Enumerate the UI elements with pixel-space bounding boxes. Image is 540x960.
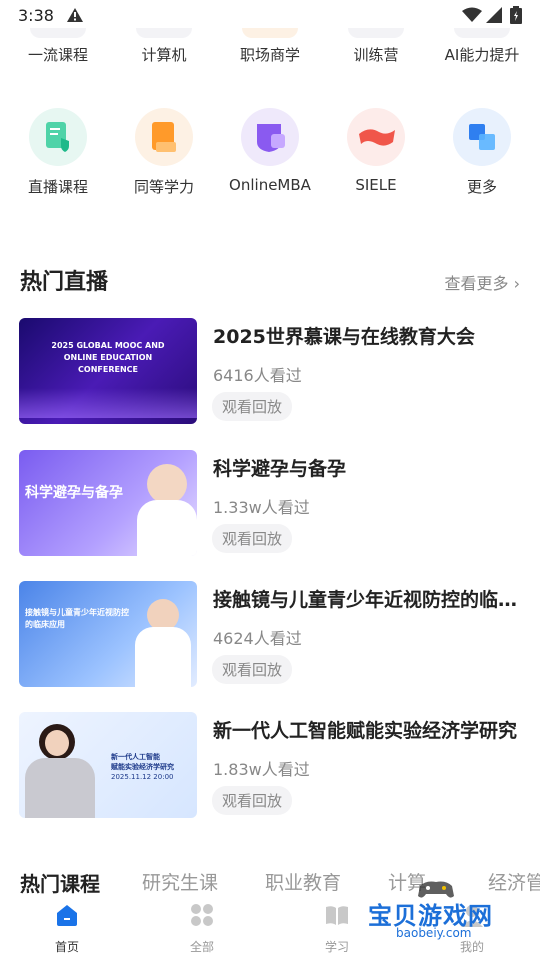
category-more[interactable]: 更多: [432, 108, 532, 197]
thumbnail-text: 新一代人工智能: [111, 753, 160, 761]
category-icon: [242, 28, 298, 38]
signal-icon: [486, 7, 502, 23]
category-ai-skills[interactable]: AI能力提升: [432, 28, 532, 65]
category-siele[interactable]: SIELE: [326, 108, 426, 194]
category-label: 直播课程: [27, 178, 88, 196]
section-title-hot-live: 热门直播: [20, 270, 109, 295]
status-time: 3:38: [18, 6, 54, 25]
category-first-class-courses[interactable]: 一流课程: [8, 28, 108, 65]
replay-button[interactable]: 观看回放: [212, 655, 293, 684]
online-mba-icon: [241, 108, 299, 166]
thumbnail-text: 的临床应用: [25, 620, 65, 629]
live-item[interactable]: 新一代人工智能 赋能实验经济学研究 2025.11.12 20:00 新一代人工…: [0, 712, 540, 820]
wifi-icon: [462, 7, 482, 22]
thumbnail-text: 2025 GLOBAL MOOC AND: [51, 341, 165, 350]
category-label: 职场商学: [239, 46, 300, 64]
equivalent-degree-icon: [135, 108, 193, 166]
category-online-mba[interactable]: OnlineMBA: [220, 108, 320, 194]
live-course-icon: [29, 108, 87, 166]
category-label: 同等学力: [133, 178, 194, 196]
nav-label: 学习: [324, 940, 349, 954]
warning-icon: [67, 8, 83, 22]
thumbnail-text: ONLINE EDUCATION CONFERENCE: [63, 353, 153, 374]
category-icon: [454, 28, 510, 38]
live-views: 6416人看过: [213, 366, 302, 385]
view-more-label: 查看更多: [444, 274, 509, 293]
category-icon: [30, 28, 86, 38]
tab-graduate-courses[interactable]: 研究生课: [142, 868, 218, 895]
live-thumbnail: 2025 GLOBAL MOOC AND ONLINE EDUCATION CO…: [19, 318, 197, 424]
category-label: 更多: [466, 178, 497, 196]
watermark: 宝贝游戏网 baobeiy.com: [366, 878, 516, 958]
category-live-course[interactable]: 直播课程: [8, 108, 108, 197]
category-label: AI能力提升: [444, 46, 520, 64]
live-thumbnail: 科学避孕与备孕: [19, 450, 197, 556]
category-label: OnlineMBA: [229, 176, 311, 194]
live-thumbnail: 新一代人工智能 赋能实验经济学研究 2025.11.12 20:00: [19, 712, 197, 818]
category-bootcamp[interactable]: 训练营: [326, 28, 426, 65]
category-label: 计算机: [141, 46, 187, 64]
nav-label: 全部: [189, 940, 214, 954]
replay-button[interactable]: 观看回放: [212, 392, 293, 421]
category-computer[interactable]: 计算机: [114, 28, 214, 65]
category-label: 一流课程: [27, 46, 88, 64]
category-icon: [348, 28, 404, 38]
live-title: 接触镜与儿童青少年近视防控的临床应用: [213, 589, 523, 611]
more-icon: [453, 108, 511, 166]
nav-home[interactable]: 首页: [27, 902, 107, 955]
live-views: 1.33w人看过: [213, 498, 310, 517]
category-row-icons: 直播课程 同等学力 OnlineMBA SIELE 更多: [0, 108, 540, 208]
category-label: SIELE: [355, 176, 397, 194]
watermark-url: baobeiy.com: [396, 926, 472, 940]
presenter-portrait: [147, 464, 187, 504]
chevron-right-icon: ›: [513, 274, 520, 293]
category-row-top: 一流课程 计算机 职场商学 训练营 AI能力提升: [0, 28, 540, 82]
home-icon: [57, 905, 77, 926]
nav-study[interactable]: 学习: [297, 902, 377, 955]
category-workplace-business[interactable]: 职场商学: [220, 28, 320, 65]
replay-button[interactable]: 观看回放: [212, 786, 293, 815]
category-icon: [136, 28, 192, 38]
live-title: 2025世界慕课与在线教育大会: [213, 326, 475, 348]
live-views: 4624人看过: [213, 629, 302, 648]
category-label: 训练营: [353, 46, 399, 64]
live-item[interactable]: 科学避孕与备孕 科学避孕与备孕 1.33w人看过 观看回放: [0, 450, 540, 558]
tab-hot-courses[interactable]: 热门课程: [20, 868, 100, 897]
live-thumbnail: 接触镜与儿童青少年近视防控 的临床应用: [19, 581, 197, 687]
nav-label: 首页: [54, 940, 79, 954]
thumbnail-text: 科学避孕与备孕: [25, 485, 123, 501]
live-title: 新一代人工智能赋能实验经济学研究: [213, 720, 518, 742]
book-icon: [326, 906, 348, 925]
replay-button[interactable]: 观看回放: [212, 524, 293, 553]
live-title: 科学避孕与备孕: [213, 458, 347, 480]
thumbnail-text: 接触镜与儿童青少年近视防控: [25, 608, 129, 617]
siele-icon: [347, 108, 405, 166]
live-item[interactable]: 接触镜与儿童青少年近视防控 的临床应用 接触镜与儿童青少年近视防控的临床应用 4…: [0, 581, 540, 689]
nav-all[interactable]: 全部: [162, 902, 242, 955]
view-more-link[interactable]: 查看更多 ›: [444, 270, 520, 294]
category-equivalent-degree[interactable]: 同等学力: [114, 108, 214, 197]
tab-vocational-education[interactable]: 职业教育: [265, 868, 341, 895]
battery-icon: [510, 6, 522, 24]
thumbnail-text: 赋能实验经济学研究: [111, 763, 174, 771]
live-views: 1.83w人看过: [213, 760, 310, 779]
thumbnail-text: 2025.11.12 20:00: [111, 773, 174, 781]
grid-icon: [191, 904, 213, 926]
live-item[interactable]: 2025 GLOBAL MOOC AND ONLINE EDUCATION CO…: [0, 318, 540, 426]
